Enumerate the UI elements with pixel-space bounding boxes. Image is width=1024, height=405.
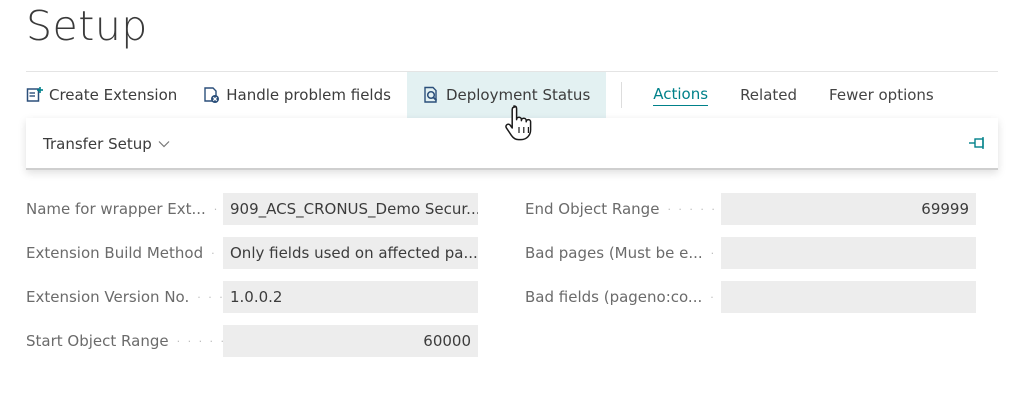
handle-problem-fields-label: Handle problem fields: [226, 86, 391, 104]
fewer-options-label: Fewer options: [829, 86, 934, 104]
create-extension-icon: [26, 86, 44, 104]
related-menu[interactable]: Related: [724, 72, 813, 118]
version-no-field[interactable]: 1.0.0.2: [223, 281, 478, 313]
field-label-bad-pages: Bad pages (Must be e... ·: [525, 244, 717, 262]
handle-problem-fields-button[interactable]: Handle problem fields: [193, 72, 401, 118]
related-menu-label: Related: [740, 86, 798, 104]
end-object-range-field[interactable]: 69999: [721, 193, 976, 225]
create-extension-label: Create Extension: [49, 86, 178, 104]
fewer-options-button[interactable]: Fewer options: [813, 72, 950, 118]
chevron-down-icon: [158, 141, 170, 148]
pin-icon[interactable]: [968, 136, 988, 150]
field-label-end-range: End Object Range · · · · · ·: [525, 200, 728, 218]
page-title: Setup: [26, 2, 148, 50]
deployment-status-icon: [423, 86, 441, 104]
transfer-setup-label: Transfer Setup: [43, 135, 152, 153]
bad-pages-field[interactable]: [721, 237, 976, 269]
wrapper-name-field[interactable]: 909_ACS_CRONUS_Demo Secur...: [223, 193, 478, 225]
start-object-range-field[interactable]: 60000: [223, 325, 478, 357]
actions-menu-label: Actions: [653, 85, 709, 106]
setup-page: Setup Create Extension Handle problem fi…: [0, 0, 1024, 405]
create-extension-button[interactable]: Create Extension: [16, 72, 187, 118]
field-label-wrapper-name: Name for wrapper Ext... ·: [26, 200, 220, 218]
hand-pointer-cursor-icon: [505, 105, 532, 141]
actions-menu[interactable]: Actions: [637, 72, 724, 118]
field-label-start-range: Start Object Range · · · · ·: [26, 332, 227, 350]
field-label-version-no: Extension Version No. · · ·: [26, 288, 225, 306]
field-label-build-method: Extension Build Method ·: [26, 244, 217, 262]
field-label-bad-fields: Bad fields (pageno:co... ·: [525, 288, 716, 306]
bad-fields-field[interactable]: [721, 281, 976, 313]
transfer-setup-dropdown[interactable]: Transfer Setup: [43, 135, 170, 153]
build-method-field[interactable]: Only fields used on affected pa...: [223, 237, 478, 269]
action-bar-separator: [621, 82, 623, 108]
handle-problem-fields-icon: [203, 86, 221, 104]
action-bar: Create Extension Handle problem fields D…: [16, 72, 950, 118]
deployment-status-label: Deployment Status: [445, 86, 591, 104]
